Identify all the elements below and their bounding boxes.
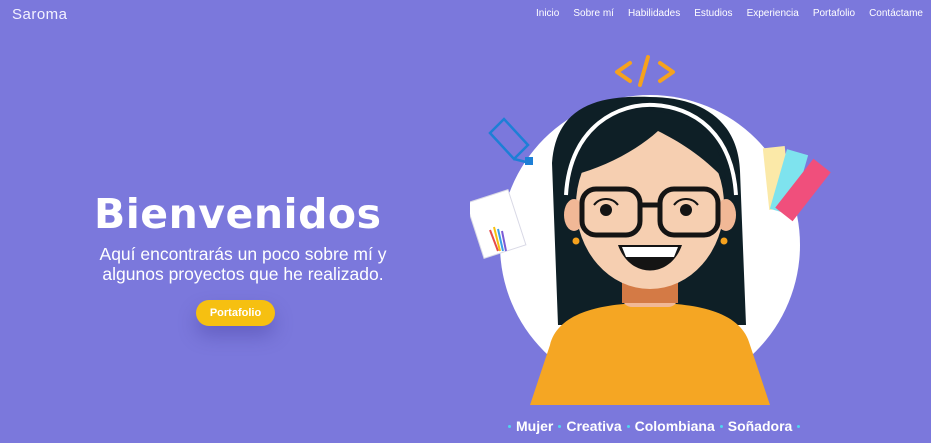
tag-list: Mujer Creativa Colombiana Soñadora — [508, 418, 801, 434]
site-logo[interactable]: Saroma — [12, 6, 68, 23]
portfolio-button[interactable]: Portafolio — [196, 300, 275, 326]
avatar-illustration — [470, 55, 831, 405]
girl-character — [530, 96, 770, 405]
nav-item-sobre-mi[interactable]: Sobre mí — [573, 8, 614, 19]
tag-creativa: Creativa — [566, 418, 622, 434]
nav-item-inicio[interactable]: Inicio — [536, 8, 559, 19]
tag-dot — [797, 424, 801, 428]
tag-colombiana: Colombiana — [634, 418, 715, 434]
tag-dot — [626, 424, 630, 428]
tag-mujer: Mujer — [516, 418, 554, 434]
nav-item-experiencia[interactable]: Experiencia — [747, 8, 799, 19]
tag-dot — [719, 424, 723, 428]
nav-item-contactame[interactable]: Contáctame — [869, 8, 923, 19]
tag-sonadora: Soñadora — [727, 418, 793, 434]
nav-item-estudios[interactable]: Estudios — [694, 8, 732, 19]
tag-dot — [558, 424, 562, 428]
main-nav: Inicio Sobre mí Habilidades Estudios Exp… — [536, 8, 923, 19]
nav-item-portafolio[interactable]: Portafolio — [813, 8, 855, 19]
tag-dot — [508, 424, 511, 428]
pen-tool-icon — [488, 117, 531, 165]
hero-title: Bienvenidos — [94, 190, 382, 238]
code-brackets-icon — [615, 55, 675, 87]
nav-item-habilidades[interactable]: Habilidades — [628, 8, 680, 19]
hero-subtitle: Aquí encontrarás un poco sobre mí y algu… — [99, 244, 387, 284]
